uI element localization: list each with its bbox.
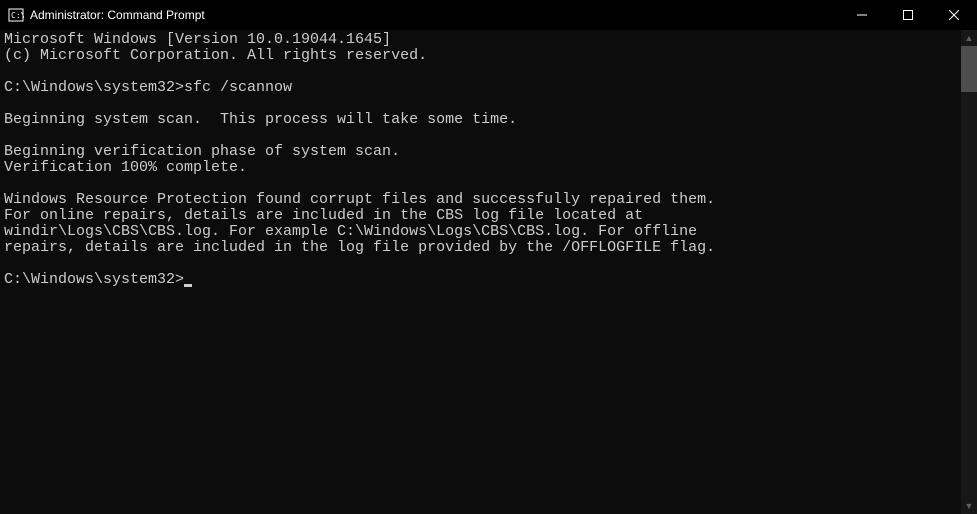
window-title: Administrator: Command Prompt (30, 8, 205, 22)
console-line (4, 96, 957, 112)
console-area: Microsoft Windows [Version 10.0.19044.16… (0, 30, 977, 514)
prompt: C:\Windows\system32> (4, 271, 184, 288)
vertical-scrollbar[interactable]: ▲ ▼ (961, 30, 977, 514)
minimize-button[interactable] (839, 0, 885, 30)
console-line: Beginning verification phase of system s… (4, 144, 957, 160)
console-output[interactable]: Microsoft Windows [Version 10.0.19044.16… (0, 30, 961, 514)
console-line (4, 64, 957, 80)
titlebar[interactable]: C:\ Administrator: Command Prompt (0, 0, 977, 30)
console-line: (c) Microsoft Corporation. All rights re… (4, 48, 957, 64)
scrollbar-thumb[interactable] (961, 46, 977, 92)
console-line (4, 128, 957, 144)
console-line: Microsoft Windows [Version 10.0.19044.16… (4, 32, 957, 48)
console-line: Verification 100% complete. (4, 160, 957, 176)
svg-text:C:\: C:\ (11, 11, 24, 20)
cursor (184, 284, 192, 287)
command-prompt-window: C:\ Administrator: Command Prompt Micros… (0, 0, 977, 514)
console-line: Windows Resource Protection found corrup… (4, 192, 957, 208)
cmd-icon: C:\ (8, 7, 24, 23)
close-button[interactable] (931, 0, 977, 30)
console-line: windir\Logs\CBS\CBS.log. For example C:\… (4, 224, 957, 240)
console-line (4, 256, 957, 272)
maximize-button[interactable] (885, 0, 931, 30)
scroll-down-arrow[interactable]: ▼ (961, 498, 977, 514)
scroll-up-arrow[interactable]: ▲ (961, 30, 977, 46)
console-line (4, 176, 957, 192)
console-line: Beginning system scan. This process will… (4, 112, 957, 128)
console-line: repairs, details are included in the log… (4, 240, 957, 256)
console-line: C:\Windows\system32>sfc /scannow (4, 80, 957, 96)
console-line: For online repairs, details are included… (4, 208, 957, 224)
